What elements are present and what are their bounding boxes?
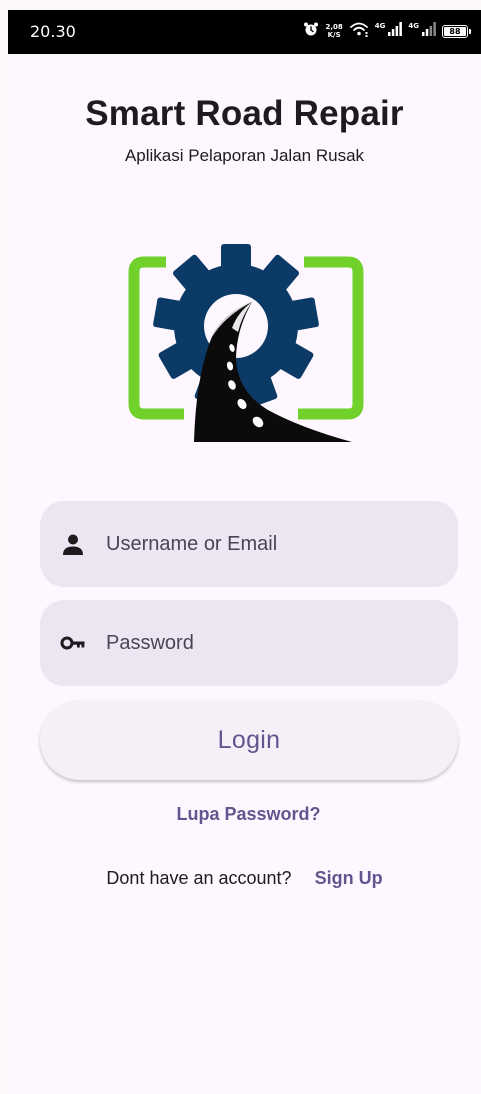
username-input[interactable] bbox=[104, 531, 428, 557]
status-time: 20.30 bbox=[30, 22, 76, 41]
battery-icon: 88 bbox=[442, 24, 471, 38]
status-bar: 20.30 2,08 K/S 4G 4G 88 bbox=[8, 10, 481, 54]
username-field[interactable] bbox=[40, 501, 458, 587]
login-button[interactable]: Login bbox=[40, 700, 458, 780]
battery-level: 88 bbox=[444, 26, 466, 36]
signal-strength-icon bbox=[388, 21, 403, 41]
app-subtitle: Aplikasi Pelaporan Jalan Rusak bbox=[124, 146, 365, 165]
password-input[interactable] bbox=[104, 630, 428, 656]
password-field[interactable] bbox=[40, 600, 458, 686]
network-speed-unit: K/S bbox=[327, 31, 341, 39]
app-logo bbox=[126, 232, 366, 444]
alarm-icon bbox=[303, 21, 319, 42]
app-title: Smart Road Repair bbox=[85, 94, 404, 133]
forgot-password-link[interactable]: Lupa Password? bbox=[8, 804, 481, 825]
network-speed-value: 2,08 bbox=[325, 23, 343, 31]
sim2-network-label: 4G bbox=[408, 22, 419, 30]
network-speed: 2,08 K/S bbox=[325, 23, 342, 39]
key-icon bbox=[60, 630, 86, 656]
status-icons: 2,08 K/S 4G 4G 88 bbox=[303, 19, 471, 43]
signal-strength-icon bbox=[422, 21, 436, 41]
app-screen: 20.30 2,08 K/S 4G 4G 88 Smart Road Repai… bbox=[8, 10, 481, 1094]
signup-row: Dont have an account? Sign Up bbox=[8, 868, 481, 889]
signup-prompt: Dont have an account? bbox=[106, 868, 292, 888]
signup-link[interactable]: Sign Up bbox=[315, 868, 383, 888]
sim1-network-label: 4G bbox=[374, 22, 386, 30]
person-icon bbox=[60, 531, 86, 557]
wifi-icon bbox=[349, 21, 369, 42]
